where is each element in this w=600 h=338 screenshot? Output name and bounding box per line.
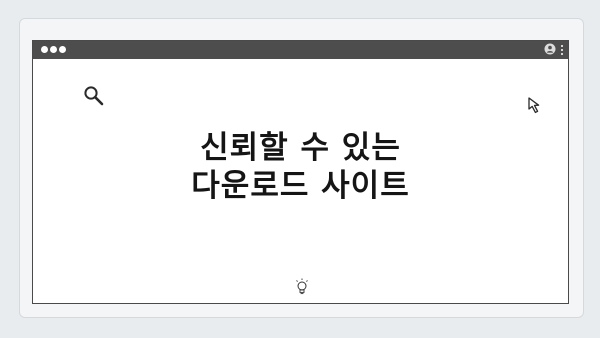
browser-window: 신뢰할 수 있는 다운로드 사이트: [32, 40, 569, 304]
title-line-2: 다운로드 사이트: [191, 168, 410, 204]
browser-title-bar: [33, 41, 568, 59]
window-control-dot: [41, 46, 48, 53]
window-control-dot: [59, 46, 66, 53]
lightbulb-icon: [296, 278, 308, 295]
cursor-icon: [528, 97, 540, 114]
search-icon: [84, 86, 104, 106]
more-vertical-icon[interactable]: [560, 44, 564, 56]
title-line-1: 신뢰할 수 있는: [200, 130, 401, 166]
window-control-dot: [50, 46, 57, 53]
user-icon[interactable]: [544, 43, 556, 55]
page-title: 신뢰할 수 있는 다운로드 사이트: [33, 129, 568, 205]
